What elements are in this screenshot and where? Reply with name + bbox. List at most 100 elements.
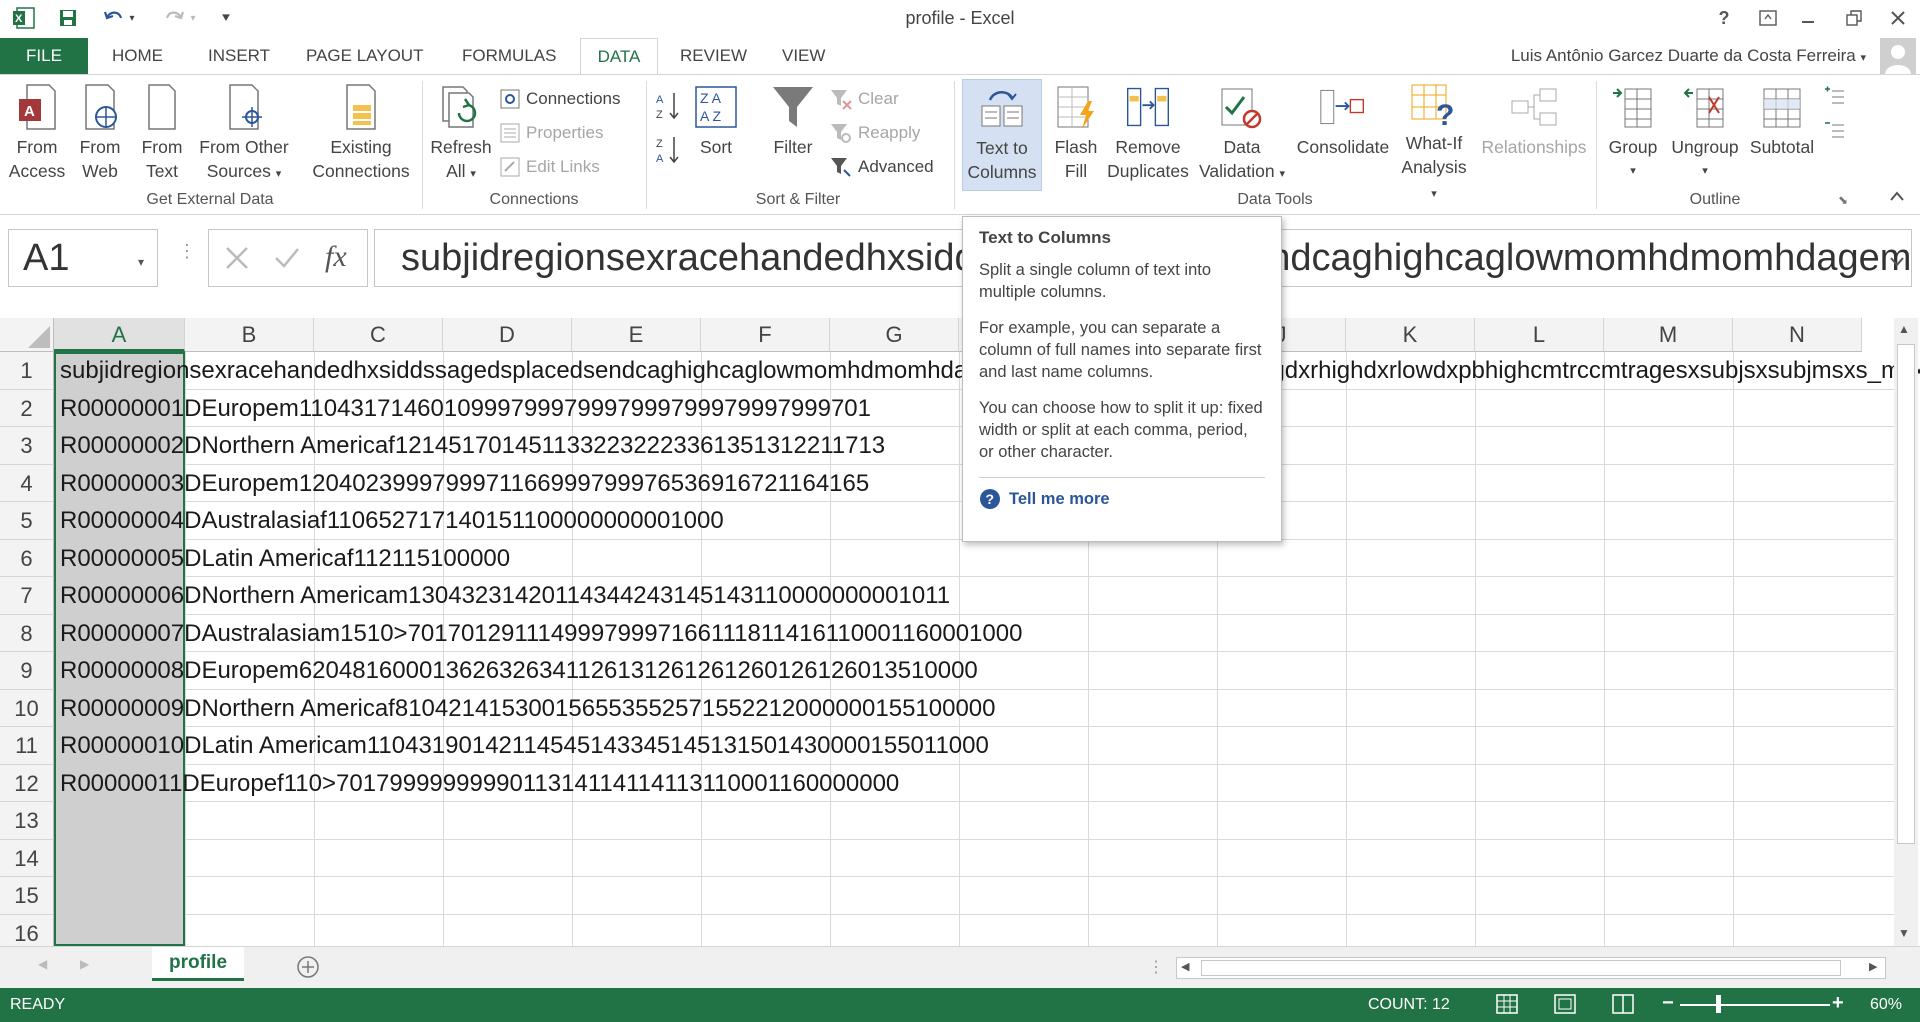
scroll-right-icon[interactable]: ▶ (1869, 960, 1877, 973)
tab-data[interactable]: DATA (580, 38, 658, 76)
tab-formulas[interactable]: FORMULAS (452, 38, 566, 75)
show-detail-icon[interactable] (1824, 85, 1846, 105)
minimize-icon[interactable] (1788, 4, 1828, 32)
cell-a7[interactable]: R00000006DNorthern Americam1304323142011… (60, 577, 950, 614)
zoom-slider[interactable] (1680, 1004, 1830, 1006)
scroll-down-icon[interactable]: ▼ (1898, 926, 1910, 940)
expand-formula-bar-icon[interactable] (1888, 255, 1906, 272)
new-sheet-icon[interactable] (296, 955, 320, 984)
confirm-entry-icon[interactable] (273, 244, 301, 277)
what-if-analysis-button[interactable]: ? What-If Analysis ▾ (1400, 79, 1468, 200)
cell-a2[interactable]: R00000001DEuropem11043171460109997999799… (60, 390, 871, 427)
row-header-5[interactable]: 5 (0, 502, 54, 540)
vertical-scroll-thumb[interactable] (1897, 344, 1915, 844)
from-web-button[interactable]: From Web (72, 79, 128, 191)
sort-a-z-icon[interactable]: AZ (656, 91, 682, 121)
consolidate-button[interactable]: Consolidate (1290, 79, 1396, 191)
row-header-15[interactable]: 15 (0, 877, 54, 915)
outline-dialog-launcher-icon[interactable]: ⬊ (1838, 193, 1848, 207)
column-header-c[interactable]: C (314, 318, 443, 352)
row-header-9[interactable]: 9 (0, 652, 54, 690)
existing-connections-button[interactable]: Existing Connections (306, 79, 416, 191)
hide-detail-icon[interactable] (1824, 119, 1846, 139)
row-header-2[interactable]: 2 (0, 389, 54, 427)
help-button[interactable]: ? (1704, 4, 1744, 32)
scroll-up-icon[interactable]: ▲ (1898, 322, 1910, 336)
zoom-out-icon[interactable]: − (1662, 992, 1674, 1015)
sort-button[interactable]: Z AA Z Sort (690, 79, 742, 191)
tab-page-layout[interactable]: PAGE LAYOUT (296, 38, 433, 75)
row-header-11[interactable]: 11 (0, 727, 54, 765)
row-header-10[interactable]: 10 (0, 689, 54, 727)
zoom-level[interactable]: 60% (1870, 996, 1902, 1014)
user-name[interactable]: Luis Antônio Garcez Duarte da Costa Ferr… (1511, 46, 1866, 66)
remove-duplicates-button[interactable]: Remove Duplicates (1104, 79, 1192, 191)
relationships-button[interactable]: Relationships (1476, 79, 1592, 191)
tab-view[interactable]: VIEW (772, 38, 835, 75)
cell-a5[interactable]: R00000004DAustralasiaf110652717140151100… (60, 502, 724, 539)
row-header-4[interactable]: 4 (0, 464, 54, 502)
column-header-a[interactable]: A (54, 318, 185, 352)
text-to-columns-button[interactable]: Text to Columns (962, 79, 1042, 191)
cell-a10[interactable]: R00000009DNorthern Americaf8104214153001… (60, 690, 996, 727)
page-break-view-icon[interactable] (1612, 994, 1634, 1019)
scroll-left-icon[interactable]: ◀ (1181, 960, 1189, 973)
column-header-l[interactable]: L (1475, 318, 1604, 352)
advanced-filter-button[interactable]: Advanced (830, 153, 934, 181)
row-header-1[interactable]: 1 (0, 352, 54, 390)
row-header-3[interactable]: 3 (0, 427, 54, 465)
tab-home[interactable]: HOME (102, 38, 173, 75)
close-icon[interactable] (1878, 4, 1918, 32)
from-other-sources-button[interactable]: From Other Sources ▾ (196, 79, 292, 191)
collapse-ribbon-icon[interactable] (1888, 189, 1908, 207)
column-header-d[interactable]: D (443, 318, 572, 352)
ribbon-display-options-icon[interactable] (1748, 4, 1788, 32)
group-button[interactable]: Group ▾ (1602, 79, 1664, 191)
subtotal-button[interactable]: Subtotal (1746, 79, 1818, 191)
tell-me-more-link[interactable]: ? Tell me more (979, 488, 1265, 510)
flash-fill-button[interactable]: Flash Fill (1046, 79, 1106, 191)
reapply-button[interactable]: Reapply (830, 119, 920, 147)
edit-links-button[interactable]: Edit Links (500, 153, 600, 181)
clear-filter-button[interactable]: Clear (830, 85, 899, 113)
refresh-all-button[interactable]: Refresh All ▾ (428, 79, 494, 191)
page-layout-view-icon[interactable] (1554, 994, 1576, 1019)
column-header-m[interactable]: M (1604, 318, 1733, 352)
cell-a12[interactable]: R00000011DEuropef110>7017999999999011314… (60, 765, 899, 802)
column-header-f[interactable]: F (701, 318, 830, 352)
zoom-in-icon[interactable]: + (1832, 992, 1844, 1015)
column-header-e[interactable]: E (572, 318, 701, 352)
name-box[interactable]: A1 (8, 229, 158, 287)
column-header-n[interactable]: N (1733, 318, 1862, 352)
insert-function-button[interactable]: fx (325, 240, 347, 274)
cell-a6[interactable]: R00000005DLatin Americaf112115100000 (60, 540, 510, 577)
sheet-tab-profile[interactable]: profile (152, 947, 244, 981)
cell-a11[interactable]: R00000010DLatin Americam1104319014211454… (60, 727, 989, 764)
connections-button[interactable]: Connections (500, 85, 621, 113)
sheet-prev-icon[interactable]: ◀ (38, 957, 47, 971)
horizontal-scroll-thumb[interactable] (1201, 960, 1841, 976)
cell-a8[interactable]: R00000007DAustralasiam1510>7017012911149… (60, 615, 1022, 652)
spreadsheet-grid[interactable]: ABCDEFGHIJKLMN 1subjidregionsexracehande… (0, 318, 1920, 946)
sheet-next-icon[interactable]: ▶ (80, 957, 89, 971)
column-header-b[interactable]: B (185, 318, 314, 352)
zoom-slider-thumb[interactable] (1716, 995, 1721, 1013)
row-header-7[interactable]: 7 (0, 577, 54, 615)
row-header-8[interactable]: 8 (0, 614, 54, 652)
cell-a9[interactable]: R00000008DEuropem62048160001362632634112… (60, 652, 978, 689)
name-box-dropdown-icon[interactable]: ▾ (138, 255, 144, 269)
horizontal-scrollbar[interactable]: ◀ ▶ (1176, 957, 1886, 979)
cell-a3[interactable]: R00000002DNorthern Americaf1214517014511… (60, 427, 885, 464)
normal-view-icon[interactable] (1496, 994, 1518, 1019)
ungroup-button[interactable]: Ungroup ▾ (1668, 79, 1742, 191)
row-header-13[interactable]: 13 (0, 802, 54, 840)
data-validation-button[interactable]: Data Validation ▾ (1196, 79, 1288, 191)
avatar[interactable] (1880, 38, 1916, 74)
row-header-12[interactable]: 12 (0, 764, 54, 802)
column-header-g[interactable]: G (830, 318, 959, 352)
from-text-button[interactable]: From Text (134, 79, 190, 191)
select-all-corner[interactable] (0, 318, 54, 352)
filter-button[interactable]: Filter (762, 79, 824, 191)
cell-a4[interactable]: R00000003DEuropem12040239997999711669997… (60, 465, 869, 502)
row-header-14[interactable]: 14 (0, 839, 54, 877)
